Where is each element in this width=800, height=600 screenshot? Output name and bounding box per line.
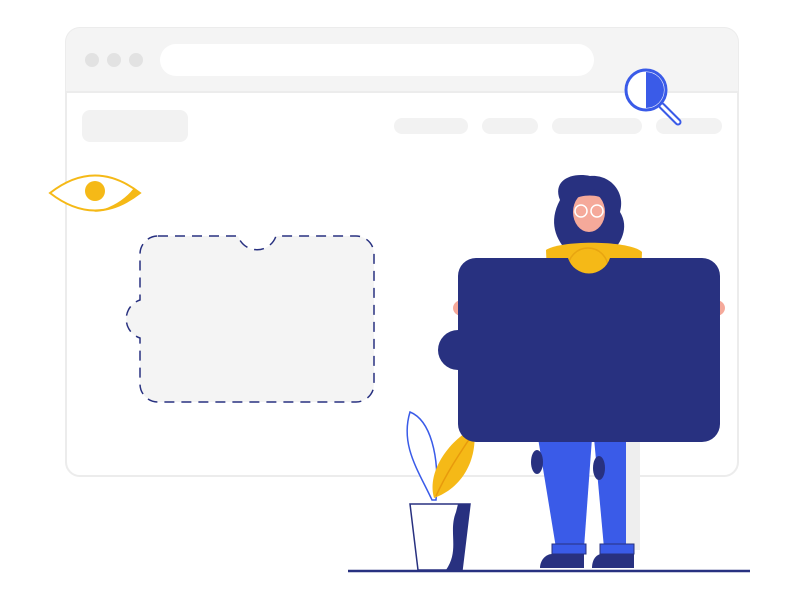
right-shoe (592, 554, 634, 568)
nav-item-placeholder (656, 118, 722, 134)
nav-item-placeholder (394, 118, 468, 134)
puzzle-piece-icon (438, 258, 720, 442)
logo-placeholder (82, 110, 188, 142)
address-bar (160, 44, 594, 76)
nav-item-placeholder (482, 118, 538, 134)
nav-item-placeholder (552, 118, 642, 134)
window-dot (107, 53, 121, 67)
left-leg (538, 438, 592, 548)
puzzle-slot-icon (125, 235, 375, 403)
illustration-svg (48, 27, 750, 573)
leg-shadow (626, 438, 640, 550)
left-shoe (540, 554, 584, 568)
window-dot (129, 53, 143, 67)
face (573, 192, 605, 232)
window-dot (85, 53, 99, 67)
illustration-stage (0, 0, 800, 600)
